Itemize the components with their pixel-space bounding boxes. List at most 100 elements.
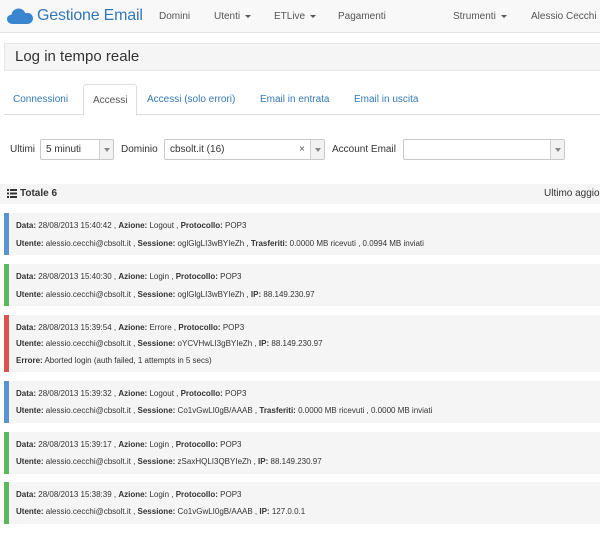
log-user: alessio.cecchi@cbsolt.it [45,290,131,299]
protocollo-label: Protocollo: [178,323,221,332]
chevron-down-icon [99,140,113,159]
log-line-details: Utente: alessio.cecchi@cbsolt.it , Sessi… [16,406,433,415]
log-line-details: Utente: alessio.cecchi@cbsolt.it , Sessi… [16,339,323,348]
sessione-label: Sessione: [137,457,176,466]
azione-label: Azione: [118,490,148,499]
utente-label: Utente: [16,457,44,466]
sessione-label: Sessione: [137,239,176,248]
log-date: 28/08/2013 15:39:17 [38,440,112,449]
sessione-label: Sessione: [137,339,176,348]
ultimi-select[interactable]: 5 minuti [40,139,114,160]
dominio-label: Dominio [121,144,158,155]
ultimi-label: Ultimi [10,144,35,155]
tabs: Connessioni Accessi Accessi (solo errori… [4,84,600,116]
log-ip: 88.149.230.97 [263,290,315,299]
azione-label: Azione: [118,440,148,449]
caret-down-icon [310,14,317,18]
protocollo-label: Protocollo: [175,272,218,281]
brand-link[interactable]: Gestione Email [6,5,143,27]
log-entry: Data: 28/08/2013 15:40:30 , Azione: Logi… [4,264,600,306]
caret-down-icon [245,14,252,18]
log-action: Login [149,490,170,499]
log-entry: Data: 28/08/2013 15:39:17 , Azione: Logi… [4,432,600,474]
log-date: 28/08/2013 15:40:30 [38,272,112,281]
brand-name: Gestione Email [37,7,143,24]
log-session: zSaxHQLI3QBYIeZh [177,457,252,466]
totals-bar: Totale 6 Ultimo aggio [0,184,600,204]
utente-label: Utente: [16,507,44,516]
nav-pagamenti-label: Pagamenti [338,11,386,22]
log-date: 28/08/2013 15:40:42 [38,221,112,230]
log-error-message: Aborted login (auth failed, 1 attempts i… [44,356,212,365]
page-header: Log in tempo reale [4,43,600,71]
account-select[interactable] [403,139,565,160]
sessione-label: Sessione: [137,406,176,415]
data-label: Data: [16,323,37,332]
ip-label: IP: [258,457,269,466]
utente-label: Utente: [16,406,44,415]
log-protocol: POP3 [222,323,245,332]
log-session: oYCVHwLI3gBYIeZh [177,339,253,348]
nav-domini[interactable]: Domini [159,0,190,33]
log-line-header: Data: 28/08/2013 15:38:39 , Azione: Logi… [16,490,242,499]
nav-etlive-label: ETLive [274,11,306,22]
data-label: Data: [16,389,37,398]
log-transferred: 0.0000 MB ricevuti , 0.0000 MB inviati [298,406,433,415]
log-line-details: Utente: alessio.cecchi@cbsolt.it , Sessi… [16,290,315,299]
dominio-select[interactable]: cbsolt.it (16) × [164,139,325,160]
log-line-header: Data: 28/08/2013 15:39:54 , Azione: Erro… [16,323,245,332]
tab-accessi-errori[interactable]: Accessi (solo errori) [138,84,244,115]
log-line-details: Utente: alessio.cecchi@cbsolt.it , Sessi… [16,457,322,466]
log-action: Logout [149,389,174,398]
tab-connessioni[interactable]: Connessioni [4,84,77,115]
ip-label: IP: [258,339,270,348]
protocollo-label: Protocollo: [180,221,223,230]
nav-pagamenti[interactable]: Pagamenti [338,0,386,33]
ip-label: IP: [259,507,270,516]
log-ip: 88.149.230.97 [271,339,323,348]
cloud-icon [7,8,33,24]
nav-utenti-label: Utenti [214,11,241,22]
utente-label: Utente: [16,339,44,348]
sessione-label: Sessione: [137,290,176,299]
utente-label: Utente: [16,290,44,299]
log-user: alessio.cecchi@cbsolt.it [45,406,131,415]
log-entry: Data: 28/08/2013 15:39:54 , Azione: Erro… [4,315,600,372]
data-label: Data: [16,221,37,230]
log-date: 28/08/2013 15:39:54 [38,323,112,332]
tab-accessi[interactable]: Accessi [83,84,138,116]
tab-email-uscita[interactable]: Email in uscita [345,84,427,115]
nav-etlive[interactable]: ETLive [274,0,317,33]
log-protocol: POP3 [225,221,247,230]
chevron-down-icon [310,140,324,159]
utente-label: Utente: [16,239,44,248]
tab-email-entrata[interactable]: Email in entrata [251,84,338,115]
nav-strumenti[interactable]: Strumenti [453,0,507,33]
protocollo-label: Protocollo: [180,389,223,398]
log-date: 28/08/2013 15:38:39 [38,490,112,499]
azione-label: Azione: [118,323,148,332]
log-user: alessio.cecchi@cbsolt.it [45,457,131,466]
nav-utenti[interactable]: Utenti [214,0,252,33]
log-action: Errore [149,323,172,332]
trasferiti-label: Trasferiti: [259,406,296,415]
account-label: Account Email [332,144,396,155]
log-protocol: POP3 [225,389,247,398]
log-user: alessio.cecchi@cbsolt.it [45,507,131,516]
data-label: Data: [16,272,37,281]
last-update: Ultimo aggio [544,188,600,199]
data-label: Data: [16,440,37,449]
log-transferred: 0.0000 MB ricevuti , 0.0994 MB inviati [289,239,424,248]
caret-down-icon [500,14,507,18]
protocollo-label: Protocollo: [175,440,218,449]
dominio-value: cbsolt.it (16) [170,144,225,155]
clear-icon[interactable]: × [299,140,305,159]
ultimi-value: 5 minuti [46,144,82,155]
log-line-header: Data: 28/08/2013 15:40:42 , Azione: Logo… [16,221,247,230]
log-entry: Data: 28/08/2013 15:39:32 , Azione: Logo… [4,381,600,423]
log-action: Logout [149,221,174,230]
sessione-label: Sessione: [137,507,176,516]
log-action: Login [149,272,170,281]
log-protocol: POP3 [220,490,242,499]
nav-user[interactable]: Alessio Cecchi [531,0,597,33]
